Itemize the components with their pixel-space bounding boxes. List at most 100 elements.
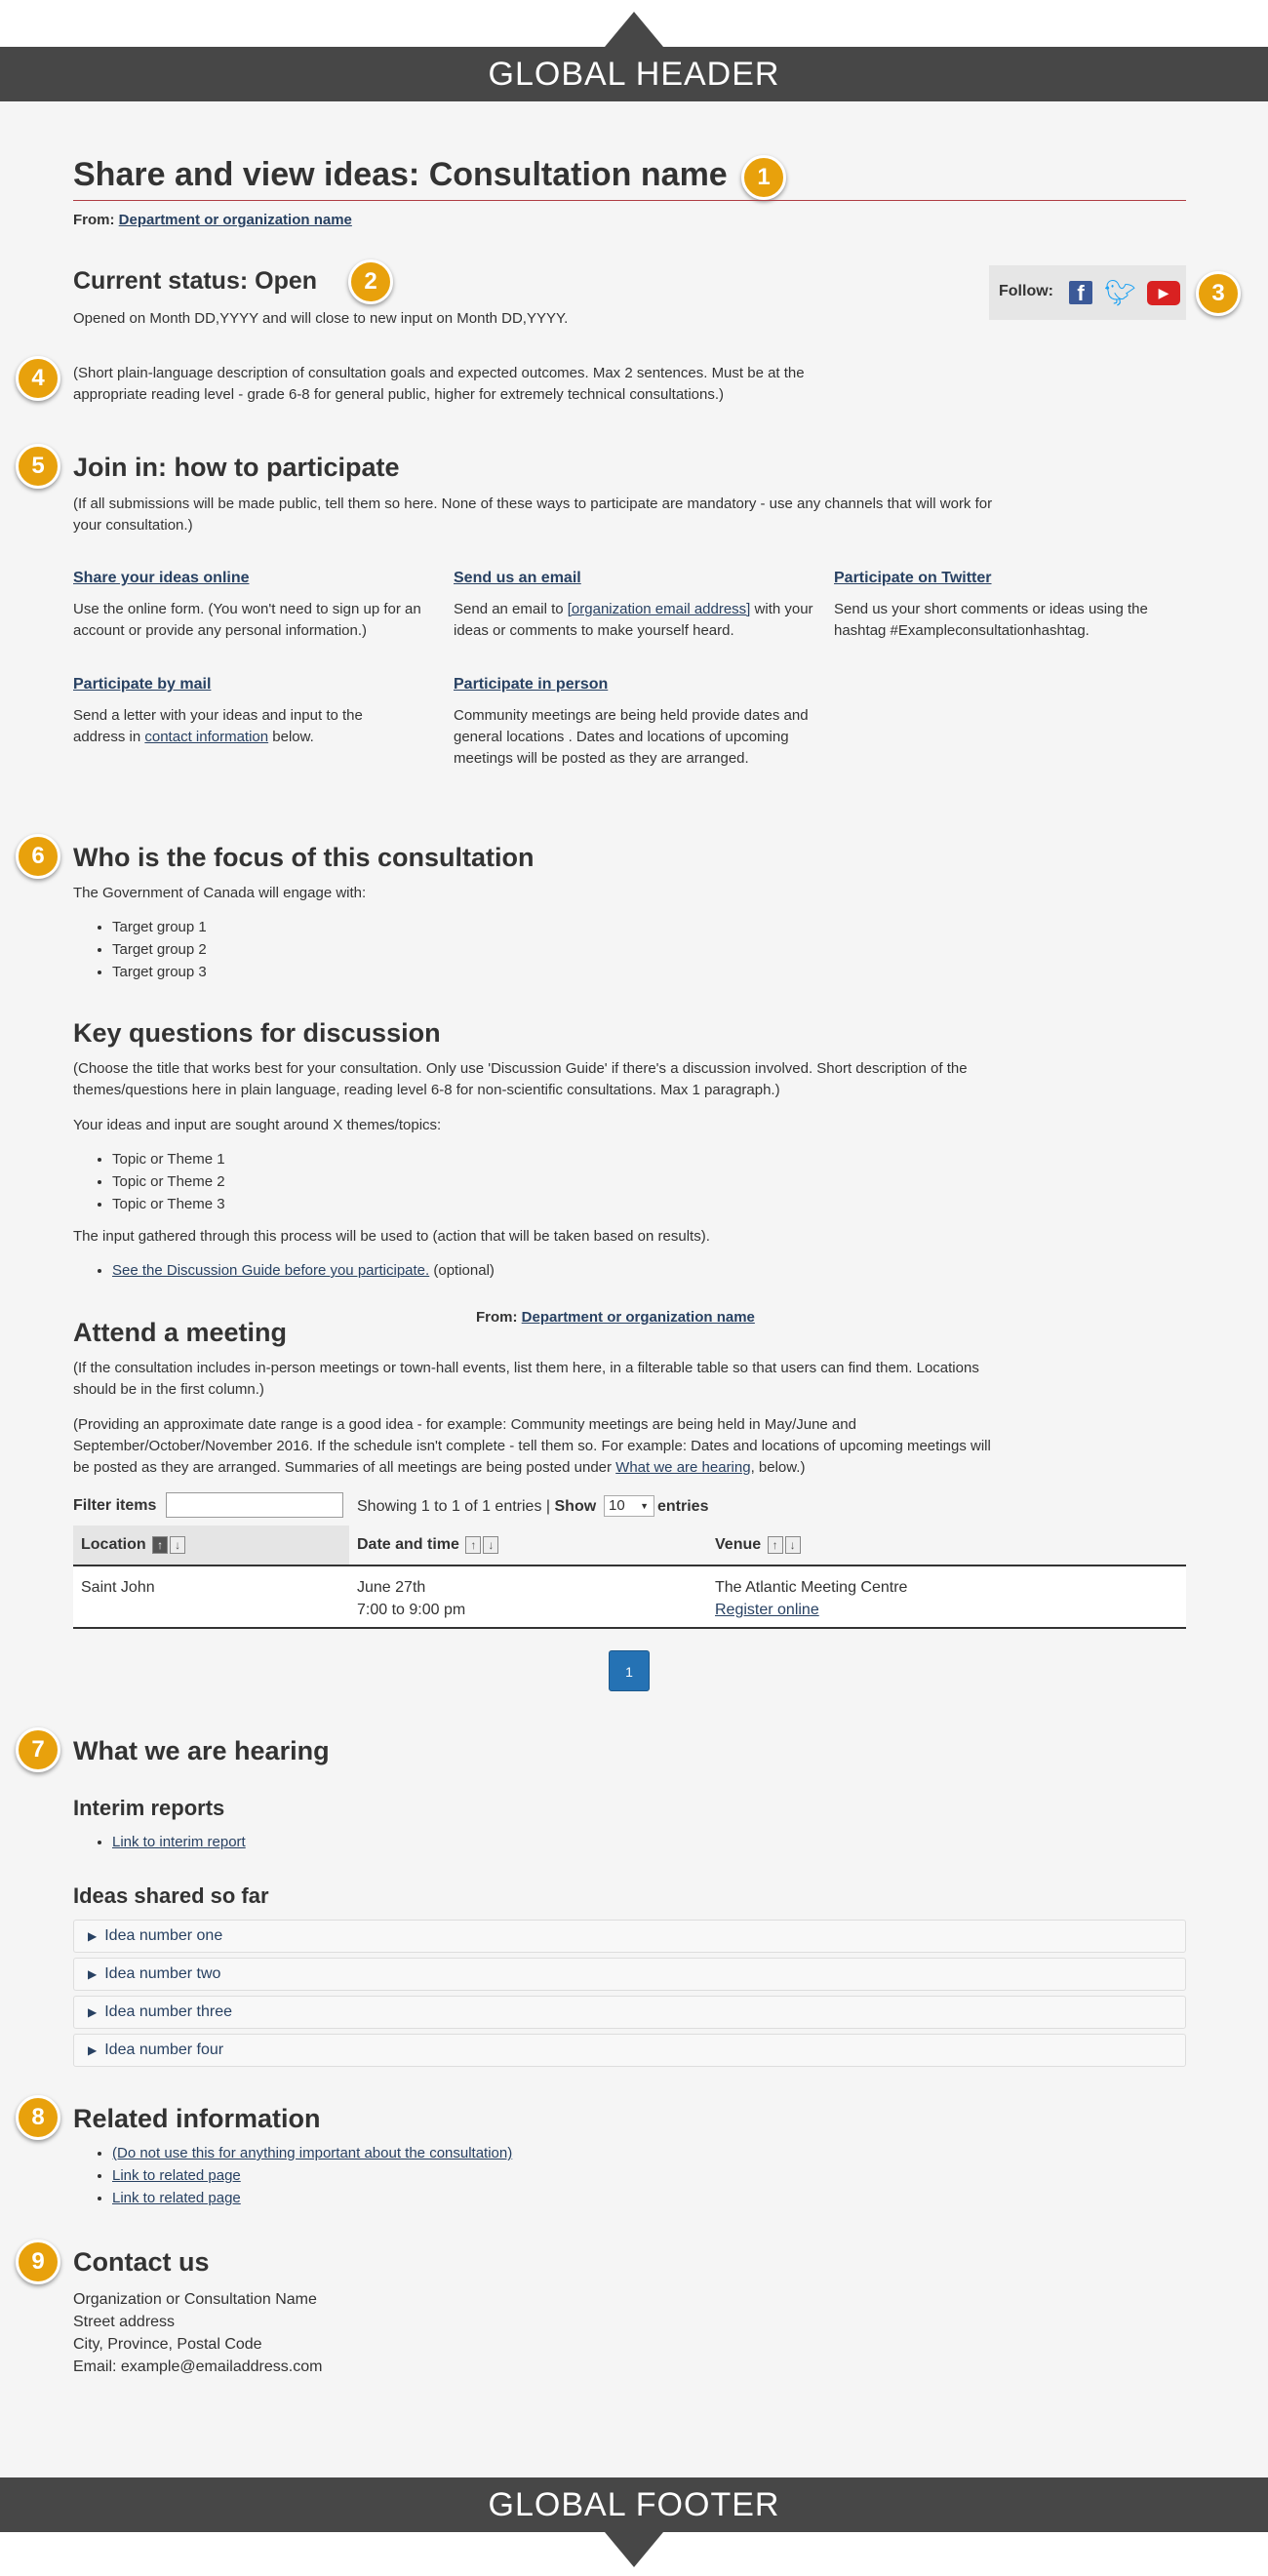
contact-information-link[interactable]: contact information	[144, 729, 268, 745]
list-item: Topic or Theme 3	[112, 1193, 225, 1215]
entries-label: entries	[657, 1498, 709, 1515]
column-header-venue[interactable]: Venue ↑ ↓	[707, 1526, 1186, 1565]
contact-line: Organization or Consultation Name	[73, 2291, 317, 2308]
topics-list: Topic or Theme 1 Topic or Theme 2 Topic …	[73, 1148, 225, 1215]
column-header-location[interactable]: Location ↑ ↓	[73, 1526, 349, 1565]
meeting-time: 7:00 to 9:00 pm	[357, 1602, 466, 1618]
discussion-guide-link[interactable]: See the Discussion Guide before you part…	[112, 1262, 429, 1279]
related-link[interactable]: Link to related page	[112, 2190, 241, 2206]
participate-mail-text: Send a letter with your ideas and input …	[73, 705, 415, 748]
consultation-description: (Short plain-language description of con…	[73, 365, 805, 403]
expand-triangle-icon: ▶	[88, 1967, 98, 1981]
pagination-page-1[interactable]: 1	[609, 1650, 650, 1691]
from-line: From: Department or organization name	[73, 212, 352, 228]
participate-person-link[interactable]: Participate in person	[454, 676, 608, 694]
list-item: (Do not use this for anything important …	[112, 2142, 512, 2164]
column-label: Date and time	[357, 1536, 459, 1553]
expand-triangle-icon: ▶	[88, 2043, 98, 2057]
interim-reports-heading: Interim reports	[73, 1796, 225, 1820]
column-header-date[interactable]: Date and time ↑ ↓	[349, 1526, 707, 1565]
participate-person-text: Community meetings are being held provid…	[454, 707, 809, 767]
title-divider	[73, 200, 1186, 201]
questions-heading: Key questions for discussion	[73, 1018, 441, 1048]
guide-list: See the Discussion Guide before you part…	[73, 1259, 495, 1282]
organization-email-link[interactable]: [organization email address]	[568, 601, 751, 617]
sort-ascending-icon[interactable]: ↑	[465, 1535, 482, 1554]
expand-triangle-icon: ▶	[88, 2005, 98, 2019]
idea-label: Idea number three	[104, 2003, 232, 2020]
sort-ascending-icon[interactable]: ↑	[152, 1535, 169, 1554]
sort-descending-icon[interactable]: ↓	[483, 1535, 499, 1554]
twitter-participate-link[interactable]: Participate on Twitter	[834, 570, 992, 587]
entries-info: Showing 1 to 1 of 1 entries | Show	[357, 1498, 597, 1515]
join-heading: Join in: how to participate	[73, 453, 400, 482]
meeting-p2-end: , below.)	[750, 1459, 806, 1476]
venue-name: The Atlantic Meeting Centre	[715, 1579, 908, 1596]
sort-descending-icon[interactable]: ↓	[170, 1535, 186, 1554]
facebook-icon[interactable]: f	[1069, 281, 1092, 305]
callout-badge-1: 1	[741, 155, 786, 200]
list-item: Target group 1	[112, 916, 207, 938]
mail-text-end: below.	[268, 729, 314, 745]
callout-badge-6: 6	[16, 834, 60, 879]
select-value: 10	[609, 1497, 625, 1514]
participate-mail-link[interactable]: Participate by mail	[73, 676, 211, 694]
list-item: Topic or Theme 2	[112, 1170, 225, 1193]
global-header: GLOBAL HEADER	[0, 47, 1268, 101]
list-item: Target group 3	[112, 961, 207, 983]
what-we-are-hearing-link[interactable]: What we are hearing	[615, 1459, 750, 1476]
column-label: Venue	[715, 1536, 762, 1553]
column-label: Location	[81, 1536, 146, 1553]
related-link[interactable]: Link to related page	[112, 2167, 241, 2184]
list-item: Link to related page	[112, 2164, 512, 2187]
youtube-icon[interactable]: ▶	[1147, 281, 1180, 305]
meeting-paragraph-1: (If the consultation includes in-person …	[73, 1360, 979, 1398]
list-item: See the Discussion Guide before you part…	[112, 1259, 495, 1282]
focus-intro: The Government of Canada will engage wit…	[73, 885, 367, 901]
callout-badge-4: 4	[16, 356, 60, 401]
entries-count: Showing 1 to 1 of 1 entries	[357, 1498, 542, 1515]
chevron-down-icon: ▼	[640, 1501, 649, 1511]
list-item: Topic or Theme 1	[112, 1148, 225, 1170]
meeting-department-link[interactable]: Department or organization name	[522, 1309, 755, 1326]
filter-label: Filter items	[73, 1497, 157, 1514]
idea-expander[interactable]: ▶ Idea number four	[73, 2034, 1186, 2067]
sort-ascending-icon[interactable]: ↑	[767, 1535, 783, 1554]
cell-venue: The Atlantic Meeting Centre Register onli…	[707, 1576, 907, 1621]
share-online-link[interactable]: Share your ideas online	[73, 570, 250, 587]
idea-expander[interactable]: ▶ Idea number two	[73, 1958, 1186, 1991]
show-label: Show	[554, 1498, 597, 1515]
questions-use: The input gathered through this process …	[73, 1228, 710, 1245]
questions-sought: Your ideas and input are sought around X…	[73, 1117, 442, 1133]
expand-triangle-icon: ▶	[88, 1929, 98, 1943]
idea-expander[interactable]: ▶ Idea number one	[73, 1920, 1186, 1953]
callout-badge-2: 2	[348, 259, 393, 304]
list-item: Link to interim report	[112, 1831, 246, 1853]
send-email-link[interactable]: Send us an email	[454, 570, 581, 587]
contact-line: Email: example@emailaddress.com	[73, 2358, 323, 2375]
global-footer: GLOBAL FOOTER	[0, 2477, 1268, 2532]
contact-details: Organization or Consultation Name Street…	[73, 2288, 322, 2378]
department-link[interactable]: Department or organization name	[119, 212, 352, 228]
list-item: Link to related page	[112, 2187, 512, 2209]
callout-badge-5: 5	[16, 444, 60, 489]
callout-badge-3: 3	[1196, 271, 1241, 316]
cell-date: June 27th 7:00 to 9:00 pm	[349, 1576, 465, 1621]
sort-descending-icon[interactable]: ↓	[784, 1535, 801, 1554]
share-online-text: Use the online form. (You won't need to …	[73, 601, 421, 639]
callout-badge-8: 8	[16, 2095, 60, 2140]
entries-per-page-select[interactable]: 10 ▼	[604, 1495, 654, 1517]
twitter-icon[interactable]: 🐦︎	[1104, 279, 1136, 306]
idea-label: Idea number four	[104, 2041, 224, 2058]
meeting-heading: Attend a meeting	[73, 1318, 288, 1347]
register-online-link[interactable]: Register online	[715, 1602, 819, 1618]
idea-expander[interactable]: ▶ Idea number three	[73, 1996, 1186, 2029]
related-link[interactable]: (Do not use this for anything important …	[112, 2145, 512, 2161]
table-header: Location ↑ ↓ Date and time ↑ ↓ Venue ↑ ↓	[73, 1526, 1186, 1566]
guide-optional: (optional)	[429, 1262, 495, 1279]
from-label: From:	[73, 212, 115, 228]
callout-badge-7: 7	[16, 1727, 60, 1772]
idea-label: Idea number one	[104, 1927, 223, 1944]
interim-report-link[interactable]: Link to interim report	[112, 1834, 246, 1850]
filter-input[interactable]	[166, 1492, 343, 1518]
